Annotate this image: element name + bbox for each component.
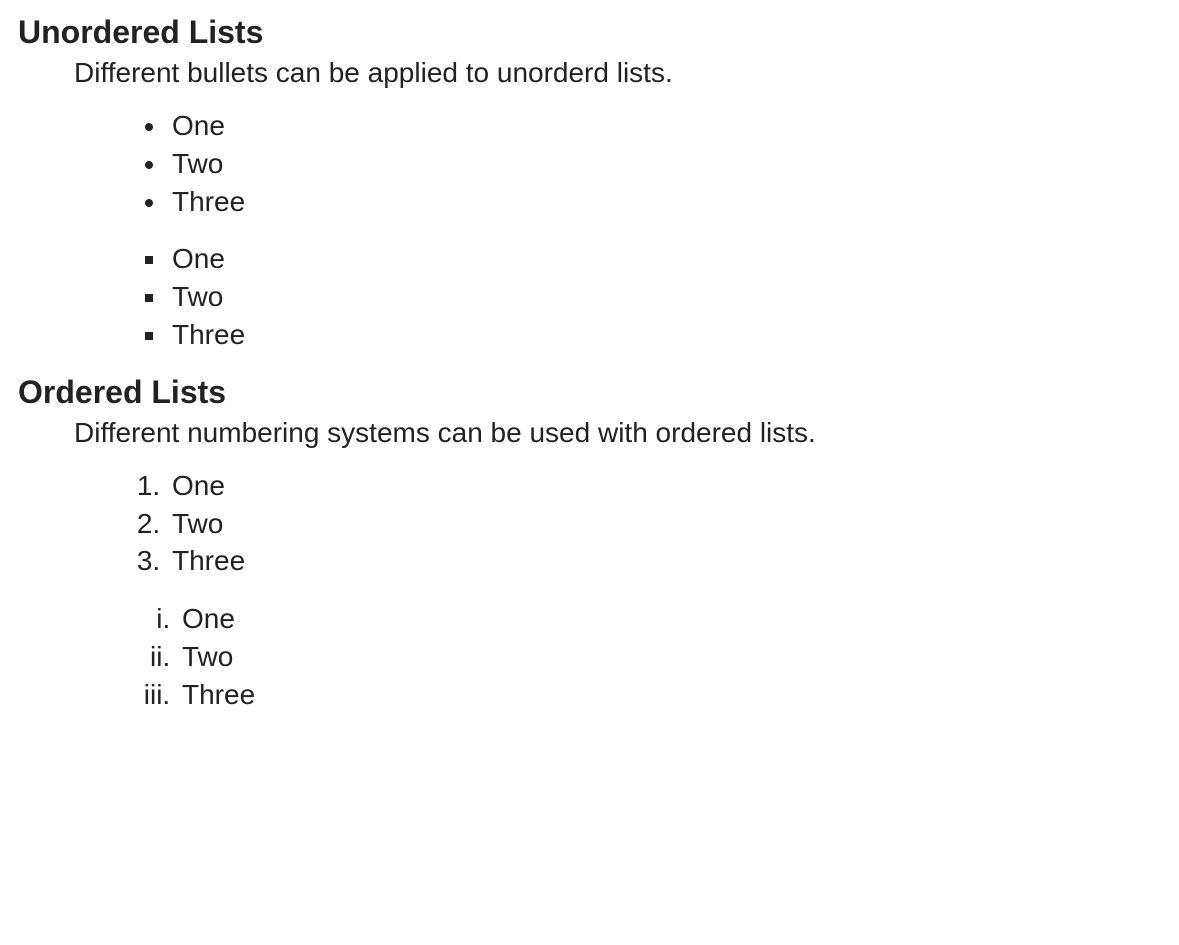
ordered-list-decimal: One Two Three <box>18 467 1161 580</box>
list-item: One <box>168 467 1161 505</box>
list-item: Three <box>168 183 1161 221</box>
unordered-list-disc: One Two Three <box>18 107 1161 220</box>
unordered-heading: Unordered Lists <box>18 14 1161 51</box>
ordered-list-roman: One Two Three <box>18 600 1161 713</box>
list-item: Two <box>168 278 1161 316</box>
ordered-description: Different numbering systems can be used … <box>74 417 1161 449</box>
list-item: One <box>168 107 1161 145</box>
ordered-heading: Ordered Lists <box>18 374 1161 411</box>
unordered-description: Different bullets can be applied to unor… <box>74 57 1161 89</box>
list-item: Three <box>168 316 1161 354</box>
list-item: One <box>168 240 1161 278</box>
list-item: Two <box>178 638 1161 676</box>
list-item: One <box>178 600 1161 638</box>
unordered-list-square: One Two Three <box>18 240 1161 353</box>
list-item: Three <box>178 676 1161 714</box>
list-item: Two <box>168 145 1161 183</box>
list-item: Two <box>168 505 1161 543</box>
list-item: Three <box>168 542 1161 580</box>
